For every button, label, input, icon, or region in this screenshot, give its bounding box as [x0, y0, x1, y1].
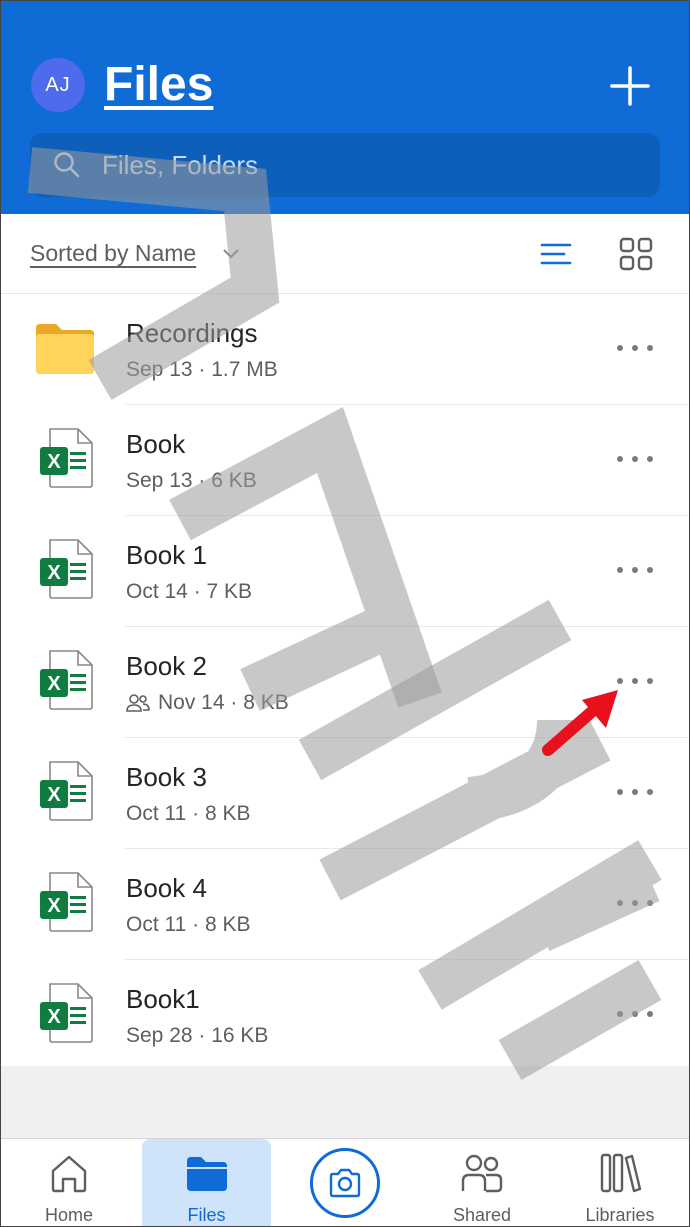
- more-options-button[interactable]: [612, 334, 658, 362]
- camera-icon: [329, 1168, 361, 1198]
- bottom-nav: Home Files Shared Libraries: [0, 1138, 690, 1227]
- excel-file-icon: X: [40, 539, 93, 599]
- nav-libraries[interactable]: Libraries: [555, 1139, 685, 1227]
- list-item-book-1[interactable]: X Book 1 Oct 14 · 7 KB: [0, 516, 690, 627]
- shared-people-icon: [461, 1154, 503, 1193]
- page-title: Files: [104, 58, 214, 111]
- nav-files-label: Files: [187, 1205, 226, 1225]
- file-meta: Oct 11 · 8 KB: [126, 802, 251, 825]
- file-name: Book 4: [126, 873, 207, 903]
- svg-text:X: X: [47, 673, 61, 695]
- app-header: AJ Files: [0, 0, 690, 214]
- list-item-book-4[interactable]: X Book 4 Oct 11 · 8 KB: [0, 849, 690, 960]
- chevron-down-icon[interactable]: [222, 248, 240, 260]
- nav-home-label: Home: [44, 1205, 93, 1225]
- more-options-button[interactable]: [612, 445, 658, 473]
- svg-text:X: X: [47, 562, 61, 584]
- excel-file-icon: X: [40, 650, 93, 710]
- file-name: Book1: [126, 984, 200, 1014]
- file-meta: Oct 11 · 8 KB: [126, 913, 251, 936]
- list-item-book1[interactable]: X Book1 Sep 28 · 16 KB: [0, 960, 690, 1071]
- excel-file-icon: X: [40, 983, 93, 1043]
- search-icon: [54, 152, 80, 178]
- annotation-arrow-icon: [542, 690, 618, 756]
- shared-people-icon: [126, 694, 150, 712]
- more-options-button[interactable]: [612, 556, 658, 584]
- nav-files[interactable]: Files: [142, 1139, 271, 1227]
- more-options-button[interactable]: [612, 889, 658, 917]
- folder-icon: [36, 324, 94, 374]
- search-input[interactable]: [102, 133, 660, 197]
- file-name: Book 1: [126, 540, 207, 570]
- nav-home[interactable]: Home: [4, 1139, 134, 1227]
- avatar[interactable]: AJ: [31, 58, 85, 112]
- sort-dropdown[interactable]: Sorted by Name: [30, 240, 196, 267]
- search-box[interactable]: [30, 133, 660, 197]
- plus-icon[interactable]: [606, 62, 654, 110]
- more-options-button[interactable]: [612, 778, 658, 806]
- file-meta: Nov 14 · 8 KB: [126, 691, 289, 715]
- file-meta: Sep 28 · 16 KB: [126, 1024, 269, 1047]
- list-view-icon[interactable]: [538, 236, 574, 272]
- file-meta: Sep 13 · 1.7 MB: [126, 358, 278, 381]
- grid-view-icon[interactable]: [618, 236, 654, 272]
- empty-list-area: [0, 1066, 690, 1138]
- excel-file-icon: X: [40, 428, 93, 488]
- nav-shared[interactable]: Shared: [417, 1139, 547, 1227]
- more-options-button[interactable]: [612, 1000, 658, 1028]
- nav-libraries-label: Libraries: [585, 1205, 655, 1225]
- file-meta: Sep 13 · 6 KB: [126, 469, 257, 492]
- camera-button[interactable]: [310, 1148, 380, 1218]
- svg-text:X: X: [47, 784, 61, 806]
- file-list: Recordings Sep 13 · 1.7 MB X Book Sep 13…: [0, 294, 690, 1071]
- svg-text:X: X: [47, 451, 61, 473]
- svg-text:X: X: [47, 1006, 61, 1028]
- excel-file-icon: X: [40, 872, 93, 932]
- file-name: Book 3: [126, 762, 207, 792]
- list-item-recordings[interactable]: Recordings Sep 13 · 1.7 MB: [0, 294, 690, 405]
- file-name: Book: [126, 429, 186, 459]
- file-name: Book 2: [126, 651, 207, 681]
- home-icon: [51, 1155, 87, 1193]
- list-item-book[interactable]: X Book Sep 13 · 6 KB: [0, 405, 690, 516]
- file-meta: Oct 14 · 7 KB: [126, 580, 253, 603]
- libraries-icon: [600, 1153, 642, 1193]
- svg-text:X: X: [47, 895, 61, 917]
- nav-shared-label: Shared: [452, 1205, 512, 1225]
- sort-bar: Sorted by Name: [0, 214, 690, 294]
- folder-icon: [186, 1157, 227, 1191]
- file-name: Recordings: [126, 318, 258, 348]
- excel-file-icon: X: [40, 761, 93, 821]
